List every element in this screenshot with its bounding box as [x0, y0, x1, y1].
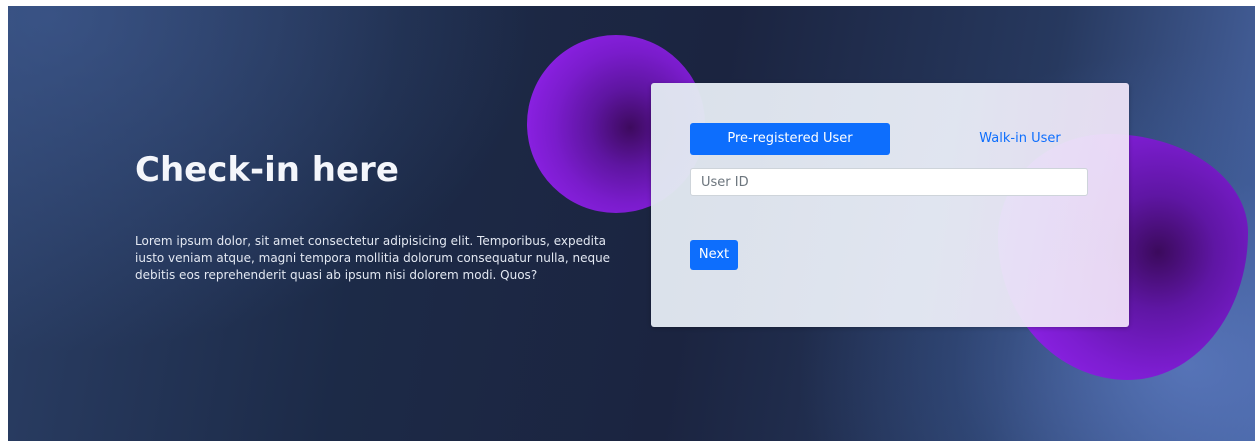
tab-walk-in-user[interactable]: Walk-in User: [920, 123, 1120, 155]
hero-description: Lorem ipsum dolor, sit amet consectetur …: [135, 234, 611, 282]
next-button[interactable]: Next: [690, 240, 738, 270]
user-id-input[interactable]: [690, 168, 1088, 196]
page: Check-in here Lorem ipsum dolor, sit ame…: [0, 0, 1255, 441]
tab-pre-registered-user[interactable]: Pre-registered User: [690, 123, 890, 155]
checkin-card: Pre-registered User Walk-in User Next: [651, 83, 1129, 327]
page-title: Check-in here: [135, 150, 399, 190]
hero-section: Check-in here Lorem ipsum dolor, sit ame…: [8, 6, 1255, 441]
